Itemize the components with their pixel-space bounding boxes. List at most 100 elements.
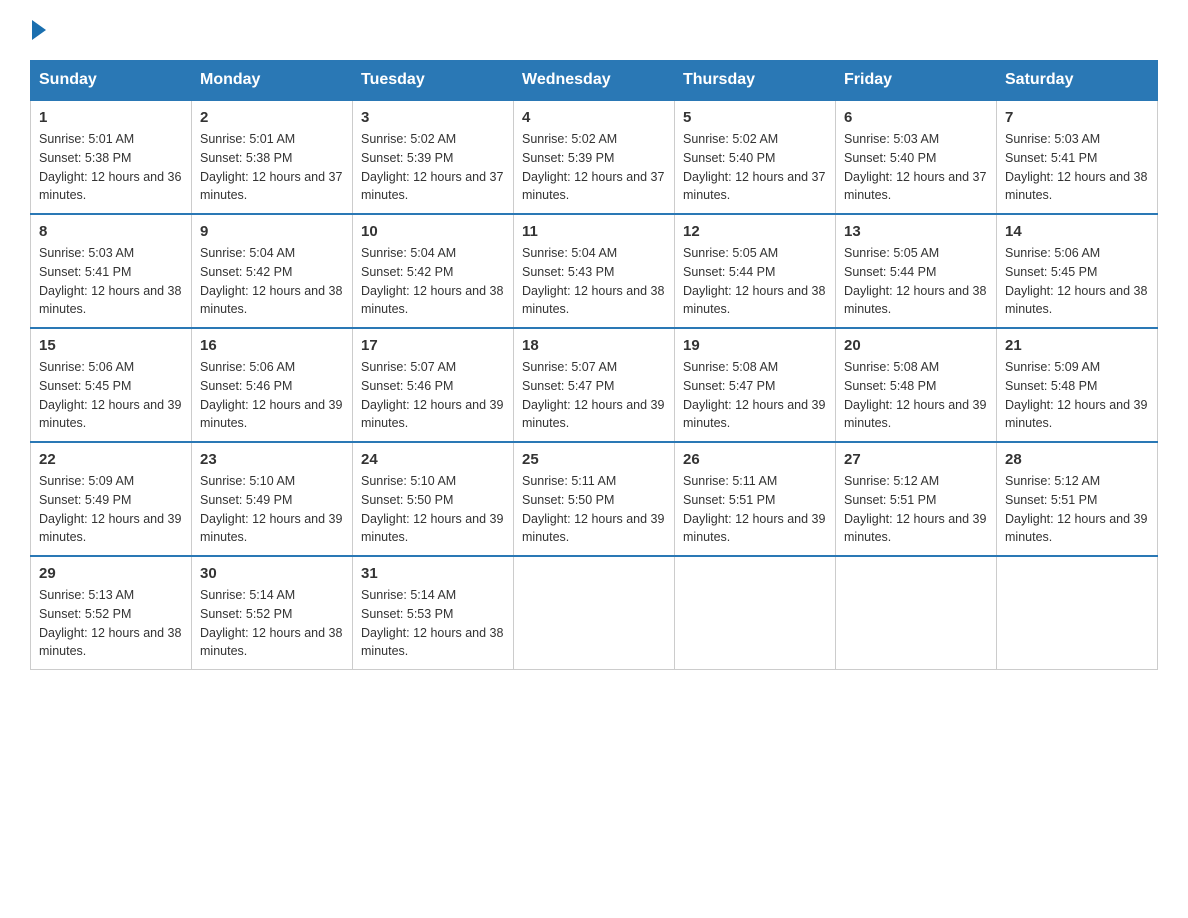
calendar-cell: 8 Sunrise: 5:03 AMSunset: 5:41 PMDayligh…: [31, 214, 192, 328]
calendar-cell: 2 Sunrise: 5:01 AMSunset: 5:38 PMDayligh…: [192, 100, 353, 214]
calendar-cell: 27 Sunrise: 5:12 AMSunset: 5:51 PMDaylig…: [836, 442, 997, 556]
day-number: 7: [1005, 109, 1149, 126]
day-number: 31: [361, 565, 505, 582]
day-number: 17: [361, 337, 505, 354]
day-info: Sunrise: 5:11 AMSunset: 5:50 PMDaylight:…: [522, 474, 664, 544]
calendar-cell: 3 Sunrise: 5:02 AMSunset: 5:39 PMDayligh…: [353, 100, 514, 214]
calendar-cell: 30 Sunrise: 5:14 AMSunset: 5:52 PMDaylig…: [192, 556, 353, 670]
day-number: 28: [1005, 451, 1149, 468]
day-info: Sunrise: 5:02 AMSunset: 5:39 PMDaylight:…: [522, 132, 664, 202]
calendar-cell: [675, 556, 836, 670]
calendar-week-3: 15 Sunrise: 5:06 AMSunset: 5:45 PMDaylig…: [31, 328, 1158, 442]
calendar-cell: 28 Sunrise: 5:12 AMSunset: 5:51 PMDaylig…: [997, 442, 1158, 556]
day-info: Sunrise: 5:12 AMSunset: 5:51 PMDaylight:…: [1005, 474, 1147, 544]
day-info: Sunrise: 5:07 AMSunset: 5:47 PMDaylight:…: [522, 360, 664, 430]
logo: [30, 20, 46, 42]
col-header-tuesday: Tuesday: [353, 61, 514, 101]
day-info: Sunrise: 5:04 AMSunset: 5:42 PMDaylight:…: [361, 246, 503, 316]
day-number: 20: [844, 337, 988, 354]
col-header-monday: Monday: [192, 61, 353, 101]
calendar-cell: 14 Sunrise: 5:06 AMSunset: 5:45 PMDaylig…: [997, 214, 1158, 328]
calendar-cell: 22 Sunrise: 5:09 AMSunset: 5:49 PMDaylig…: [31, 442, 192, 556]
calendar-cell: 21 Sunrise: 5:09 AMSunset: 5:48 PMDaylig…: [997, 328, 1158, 442]
day-info: Sunrise: 5:11 AMSunset: 5:51 PMDaylight:…: [683, 474, 825, 544]
day-number: 10: [361, 223, 505, 240]
day-number: 5: [683, 109, 827, 126]
calendar-cell: 18 Sunrise: 5:07 AMSunset: 5:47 PMDaylig…: [514, 328, 675, 442]
day-info: Sunrise: 5:07 AMSunset: 5:46 PMDaylight:…: [361, 360, 503, 430]
calendar-cell: 15 Sunrise: 5:06 AMSunset: 5:45 PMDaylig…: [31, 328, 192, 442]
day-info: Sunrise: 5:06 AMSunset: 5:45 PMDaylight:…: [1005, 246, 1147, 316]
day-number: 4: [522, 109, 666, 126]
day-info: Sunrise: 5:12 AMSunset: 5:51 PMDaylight:…: [844, 474, 986, 544]
day-info: Sunrise: 5:01 AMSunset: 5:38 PMDaylight:…: [200, 132, 342, 202]
day-number: 6: [844, 109, 988, 126]
day-info: Sunrise: 5:08 AMSunset: 5:48 PMDaylight:…: [844, 360, 986, 430]
calendar-cell: 12 Sunrise: 5:05 AMSunset: 5:44 PMDaylig…: [675, 214, 836, 328]
day-info: Sunrise: 5:13 AMSunset: 5:52 PMDaylight:…: [39, 588, 181, 658]
day-info: Sunrise: 5:04 AMSunset: 5:43 PMDaylight:…: [522, 246, 664, 316]
day-number: 1: [39, 109, 183, 126]
day-info: Sunrise: 5:01 AMSunset: 5:38 PMDaylight:…: [39, 132, 181, 202]
day-info: Sunrise: 5:05 AMSunset: 5:44 PMDaylight:…: [683, 246, 825, 316]
page-header: [30, 20, 1158, 42]
day-number: 25: [522, 451, 666, 468]
col-header-saturday: Saturday: [997, 61, 1158, 101]
col-header-friday: Friday: [836, 61, 997, 101]
day-info: Sunrise: 5:09 AMSunset: 5:48 PMDaylight:…: [1005, 360, 1147, 430]
calendar-cell: 17 Sunrise: 5:07 AMSunset: 5:46 PMDaylig…: [353, 328, 514, 442]
calendar-cell: 26 Sunrise: 5:11 AMSunset: 5:51 PMDaylig…: [675, 442, 836, 556]
calendar-cell: 16 Sunrise: 5:06 AMSunset: 5:46 PMDaylig…: [192, 328, 353, 442]
calendar-cell: 4 Sunrise: 5:02 AMSunset: 5:39 PMDayligh…: [514, 100, 675, 214]
calendar-cell: 31 Sunrise: 5:14 AMSunset: 5:53 PMDaylig…: [353, 556, 514, 670]
calendar-cell: 25 Sunrise: 5:11 AMSunset: 5:50 PMDaylig…: [514, 442, 675, 556]
day-number: 11: [522, 223, 666, 240]
col-header-wednesday: Wednesday: [514, 61, 675, 101]
day-number: 8: [39, 223, 183, 240]
day-number: 27: [844, 451, 988, 468]
day-info: Sunrise: 5:02 AMSunset: 5:40 PMDaylight:…: [683, 132, 825, 202]
calendar-cell: 6 Sunrise: 5:03 AMSunset: 5:40 PMDayligh…: [836, 100, 997, 214]
col-header-sunday: Sunday: [31, 61, 192, 101]
calendar-cell: 7 Sunrise: 5:03 AMSunset: 5:41 PMDayligh…: [997, 100, 1158, 214]
calendar-cell: 23 Sunrise: 5:10 AMSunset: 5:49 PMDaylig…: [192, 442, 353, 556]
day-info: Sunrise: 5:10 AMSunset: 5:50 PMDaylight:…: [361, 474, 503, 544]
day-info: Sunrise: 5:09 AMSunset: 5:49 PMDaylight:…: [39, 474, 181, 544]
day-number: 12: [683, 223, 827, 240]
day-info: Sunrise: 5:05 AMSunset: 5:44 PMDaylight:…: [844, 246, 986, 316]
calendar-cell: 29 Sunrise: 5:13 AMSunset: 5:52 PMDaylig…: [31, 556, 192, 670]
day-number: 23: [200, 451, 344, 468]
calendar-week-4: 22 Sunrise: 5:09 AMSunset: 5:49 PMDaylig…: [31, 442, 1158, 556]
day-info: Sunrise: 5:03 AMSunset: 5:41 PMDaylight:…: [39, 246, 181, 316]
day-info: Sunrise: 5:10 AMSunset: 5:49 PMDaylight:…: [200, 474, 342, 544]
day-info: Sunrise: 5:06 AMSunset: 5:45 PMDaylight:…: [39, 360, 181, 430]
calendar-week-5: 29 Sunrise: 5:13 AMSunset: 5:52 PMDaylig…: [31, 556, 1158, 670]
day-info: Sunrise: 5:02 AMSunset: 5:39 PMDaylight:…: [361, 132, 503, 202]
day-number: 29: [39, 565, 183, 582]
day-number: 24: [361, 451, 505, 468]
calendar-week-2: 8 Sunrise: 5:03 AMSunset: 5:41 PMDayligh…: [31, 214, 1158, 328]
calendar-cell: 19 Sunrise: 5:08 AMSunset: 5:47 PMDaylig…: [675, 328, 836, 442]
calendar-cell: 24 Sunrise: 5:10 AMSunset: 5:50 PMDaylig…: [353, 442, 514, 556]
day-info: Sunrise: 5:03 AMSunset: 5:41 PMDaylight:…: [1005, 132, 1147, 202]
day-info: Sunrise: 5:14 AMSunset: 5:52 PMDaylight:…: [200, 588, 342, 658]
day-info: Sunrise: 5:06 AMSunset: 5:46 PMDaylight:…: [200, 360, 342, 430]
logo-triangle-icon: [32, 20, 46, 40]
calendar-cell: [514, 556, 675, 670]
day-number: 13: [844, 223, 988, 240]
calendar-header-row: SundayMondayTuesdayWednesdayThursdayFrid…: [31, 61, 1158, 101]
day-number: 2: [200, 109, 344, 126]
calendar-cell: 11 Sunrise: 5:04 AMSunset: 5:43 PMDaylig…: [514, 214, 675, 328]
day-info: Sunrise: 5:08 AMSunset: 5:47 PMDaylight:…: [683, 360, 825, 430]
calendar-cell: 5 Sunrise: 5:02 AMSunset: 5:40 PMDayligh…: [675, 100, 836, 214]
day-number: 18: [522, 337, 666, 354]
day-number: 22: [39, 451, 183, 468]
day-number: 19: [683, 337, 827, 354]
day-info: Sunrise: 5:03 AMSunset: 5:40 PMDaylight:…: [844, 132, 986, 202]
day-number: 16: [200, 337, 344, 354]
day-info: Sunrise: 5:04 AMSunset: 5:42 PMDaylight:…: [200, 246, 342, 316]
calendar-week-1: 1 Sunrise: 5:01 AMSunset: 5:38 PMDayligh…: [31, 100, 1158, 214]
day-info: Sunrise: 5:14 AMSunset: 5:53 PMDaylight:…: [361, 588, 503, 658]
calendar-cell: [997, 556, 1158, 670]
day-number: 15: [39, 337, 183, 354]
